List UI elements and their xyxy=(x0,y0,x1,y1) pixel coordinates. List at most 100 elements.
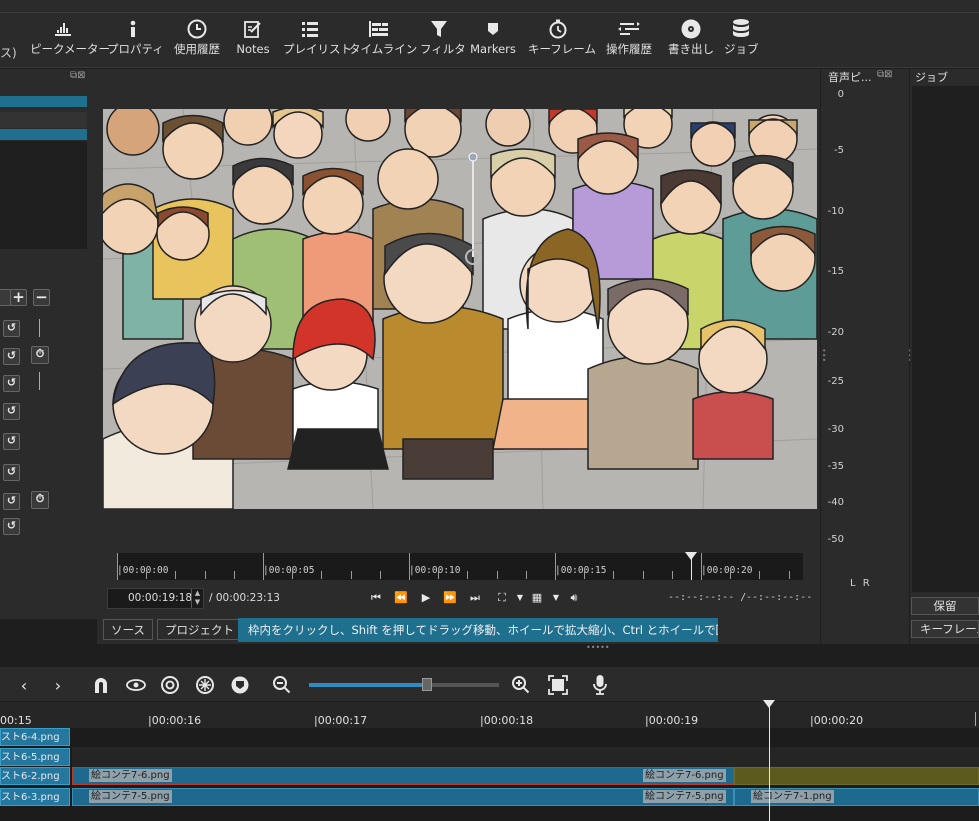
reset-icon[interactable]: ↺ xyxy=(3,518,20,535)
track-header[interactable]: スト6-3.png xyxy=(0,788,70,806)
toolbar-top-divider xyxy=(0,12,979,13)
timeline-ruler[interactable]: 00:15 |00:00:16 |00:00:17 |00:00:18 |00:… xyxy=(0,702,979,728)
ripple-icon[interactable] xyxy=(158,673,182,697)
remove-filter-button[interactable]: − xyxy=(33,289,50,306)
microphone-icon[interactable] xyxy=(588,673,612,697)
recent-label: 使用履歴 xyxy=(174,42,220,56)
keyframes-button[interactable]: キーフレーム xyxy=(528,16,596,64)
divider xyxy=(39,372,40,390)
rewind-icon[interactable]: ⏪ xyxy=(393,590,409,606)
markers-button[interactable]: Markers xyxy=(469,16,517,64)
zoom-out-icon[interactable] xyxy=(270,673,294,697)
hold-button[interactable]: 保留 xyxy=(911,597,979,615)
timeline-label: タイムライン xyxy=(349,42,418,56)
tab-source[interactable]: ソース xyxy=(103,619,153,640)
reset-icon[interactable]: ↺ xyxy=(3,348,20,365)
meter-label: -50 xyxy=(827,534,844,545)
ruler-tick xyxy=(146,571,147,579)
ruler-label: |00:00:05 xyxy=(263,565,315,576)
grid-icon[interactable]: ▦ xyxy=(529,590,545,606)
notes-button[interactable]: Notes xyxy=(234,16,272,64)
audio-meter-title: 音声ピ... xyxy=(828,71,872,84)
notes-icon xyxy=(234,16,272,42)
timeline-ruler-label: |00:00:19 xyxy=(645,714,699,727)
timeline-ruler-label: |00:00:18 xyxy=(480,714,534,727)
ruler-tick xyxy=(672,571,673,579)
timecode-input[interactable]: 00:00:19:18 xyxy=(107,588,204,609)
volume-icon[interactable]: 🔊︎ xyxy=(566,590,582,606)
timeline-ruler-label: |00:00:16 xyxy=(148,714,202,727)
timeline-clip-selected[interactable]: 絵コンテ7-6.png 絵コンテ7-6.png xyxy=(72,767,734,785)
track-header[interactable]: スト6-4.png xyxy=(0,728,70,746)
filter-label: フィルタ xyxy=(420,42,466,56)
recent-button[interactable]: 使用履歴 xyxy=(171,16,223,64)
video-preview[interactable] xyxy=(103,109,817,509)
splitter-handle[interactable]: ••••• xyxy=(586,643,610,652)
zoom-fit-icon[interactable] xyxy=(546,673,570,697)
add-filter-button[interactable]: + xyxy=(10,289,27,306)
reset-icon[interactable]: ↺ xyxy=(3,493,20,510)
filter-list-row[interactable] xyxy=(0,112,87,128)
panel-float-close-buttons[interactable]: ⧉⊠ xyxy=(70,70,86,81)
playhead[interactable] xyxy=(685,552,697,580)
next-icon[interactable]: › xyxy=(46,673,70,697)
database-icon xyxy=(724,16,758,42)
reset-icon[interactable]: ↺ xyxy=(3,403,20,420)
snap-magnet-icon[interactable] xyxy=(89,673,113,697)
previous-icon[interactable]: ‹ xyxy=(12,673,36,697)
filter-button[interactable]: フィルタ xyxy=(420,16,466,64)
reset-icon[interactable]: ↺ xyxy=(3,464,20,481)
export-button[interactable]: 書き出し xyxy=(666,16,716,64)
filter-list xyxy=(0,141,87,249)
ripple-markers-icon[interactable] xyxy=(228,673,252,697)
reset-icon[interactable]: ↺ xyxy=(3,433,20,450)
zoom-fit-icon[interactable]: ⛶ xyxy=(494,590,510,606)
panel-float-close-buttons[interactable]: ⧉⊠ xyxy=(877,69,893,80)
keyframe-stopwatch-icon[interactable]: ⏱ xyxy=(31,491,49,509)
fast-forward-icon[interactable]: ⏩ xyxy=(442,590,458,606)
meter-label: -20 xyxy=(827,327,844,338)
skip-next-icon[interactable]: ⏭ xyxy=(467,590,483,606)
jobs-title: ジョブ xyxy=(915,71,948,84)
ruler-tick xyxy=(613,571,614,579)
zoom-slider-fill xyxy=(309,683,427,687)
reset-icon[interactable]: ↺ xyxy=(3,320,20,337)
timeline-blank-clip[interactable] xyxy=(734,767,979,785)
zoom-in-icon[interactable] xyxy=(509,673,533,697)
history-button[interactable]: 操作履歴 xyxy=(602,16,656,64)
ripple-all-icon[interactable] xyxy=(193,673,217,697)
track-header[interactable]: スト6-5.png xyxy=(0,748,70,766)
timecode-spinner[interactable]: ▲ ▼ xyxy=(191,589,203,608)
filter-icon xyxy=(420,16,458,42)
zoom-dropdown-icon[interactable]: ▼ xyxy=(512,590,528,606)
play-icon[interactable]: ▶ xyxy=(418,590,434,606)
ruler-tick xyxy=(263,553,264,580)
jobs-button[interactable]: ジョブ xyxy=(724,16,759,64)
zoom-slider-thumb[interactable] xyxy=(422,678,432,691)
keyframe-stopwatch-icon[interactable]: ⏱ xyxy=(31,346,49,364)
properties-button[interactable]: プロパティ xyxy=(107,16,164,64)
filter-list-selected-row[interactable] xyxy=(0,96,87,107)
disc-icon xyxy=(666,16,716,42)
reset-icon[interactable]: ↺ xyxy=(3,375,20,392)
tab-project[interactable]: プロジェクト xyxy=(157,619,242,640)
track-header[interactable]: スト6-2.png xyxy=(0,767,70,785)
timeline-clip[interactable]: 絵コンテ7-5.png 絵コンテ7-5.png xyxy=(72,788,734,806)
meter-label: -15 xyxy=(827,266,844,277)
timeline-playhead[interactable] xyxy=(763,700,775,821)
grid-dropdown-icon[interactable]: ▼ xyxy=(548,590,564,606)
scrub-eye-icon[interactable] xyxy=(124,673,148,697)
status-message: 枠内をクリックし、Shift を押してドラッグ移動、ホイールで拡大縮小、Ctrl… xyxy=(238,618,718,642)
ruler-label: |00:00:15 xyxy=(555,565,607,576)
timeline-button[interactable]: タイムライン xyxy=(349,16,418,64)
ruler-tick xyxy=(321,571,322,579)
keyframes-tab[interactable]: キーフレーム xyxy=(911,620,979,638)
player-scrubber[interactable]: |00:00:00 |00:00:05 |00:00:10 |00:00:15 … xyxy=(117,552,803,580)
timeline-clip[interactable]: 絵コンテ7-1.png xyxy=(734,788,979,806)
duration-label: / 00:00:23:13 xyxy=(209,592,280,604)
filter-list-selected-row[interactable] xyxy=(0,129,87,140)
skip-previous-icon[interactable]: ⏮ xyxy=(368,590,384,606)
playlist-button[interactable]: プレイリスト xyxy=(283,16,352,64)
splitter-handle[interactable]: ••• xyxy=(819,348,828,362)
peak-meter-button[interactable]: ピークメーター xyxy=(30,16,110,64)
